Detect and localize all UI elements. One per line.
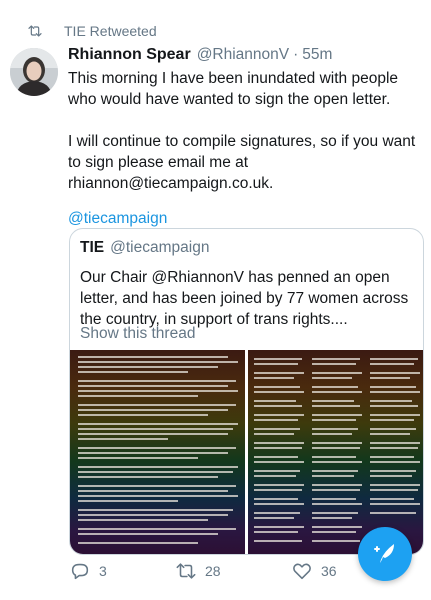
- reply-button[interactable]: 3: [69, 560, 107, 582]
- tweet-actions: 3 28 36: [69, 558, 369, 584]
- author-avatar[interactable]: [10, 48, 58, 96]
- quoted-author-handle: @tiecampaign: [110, 239, 210, 256]
- tweet-text: This morning I have been inundated with …: [68, 70, 416, 192]
- reply-count: 3: [99, 563, 107, 579]
- retweet-button[interactable]: 28: [175, 560, 221, 582]
- letter-image-right[interactable]: [248, 350, 423, 554]
- retweeted-by-label: TIE Retweeted: [64, 23, 157, 39]
- tweet-timestamp[interactable]: 55m: [302, 46, 332, 64]
- letter-page-image: [70, 350, 245, 554]
- show-thread-link[interactable]: Show this thread: [80, 325, 195, 343]
- letter-image-left[interactable]: [70, 350, 245, 554]
- quoted-tweet-card[interactable]: TIE @tiecampaign Our Chair @RhiannonV ha…: [69, 228, 424, 555]
- avatar-photo: [10, 48, 58, 96]
- retweet-context[interactable]: TIE Retweeted: [24, 22, 157, 40]
- quoted-media[interactable]: [70, 350, 423, 554]
- compose-feather-icon: [374, 544, 394, 563]
- like-count: 36: [321, 563, 337, 579]
- retweet-action-icon: [176, 563, 196, 579]
- quoted-tweet-header: TIE @tiecampaign: [80, 239, 209, 257]
- quoted-author-name: TIE: [80, 239, 105, 256]
- mention-link[interactable]: @tiecampaign: [68, 210, 424, 228]
- signatories-image: [248, 350, 423, 554]
- header-separator: ·: [293, 46, 299, 63]
- reply-icon: [71, 563, 89, 580]
- compose-tweet-button[interactable]: [358, 527, 412, 581]
- tweet-content: Rhiannon Spear @RhiannonV · 55m This mor…: [68, 46, 424, 228]
- tweet-header: Rhiannon Spear @RhiannonV · 55m: [68, 46, 424, 64]
- like-button[interactable]: 36: [291, 560, 337, 582]
- quoted-tweet-text: Our Chair @RhiannonV has penned an open …: [80, 269, 409, 328]
- author-handle[interactable]: @RhiannonV: [197, 46, 289, 64]
- heart-icon: [293, 563, 311, 580]
- author-name[interactable]: Rhiannon Spear: [68, 46, 191, 64]
- retweet-icon: [28, 25, 42, 37]
- retweet-count: 28: [205, 563, 221, 579]
